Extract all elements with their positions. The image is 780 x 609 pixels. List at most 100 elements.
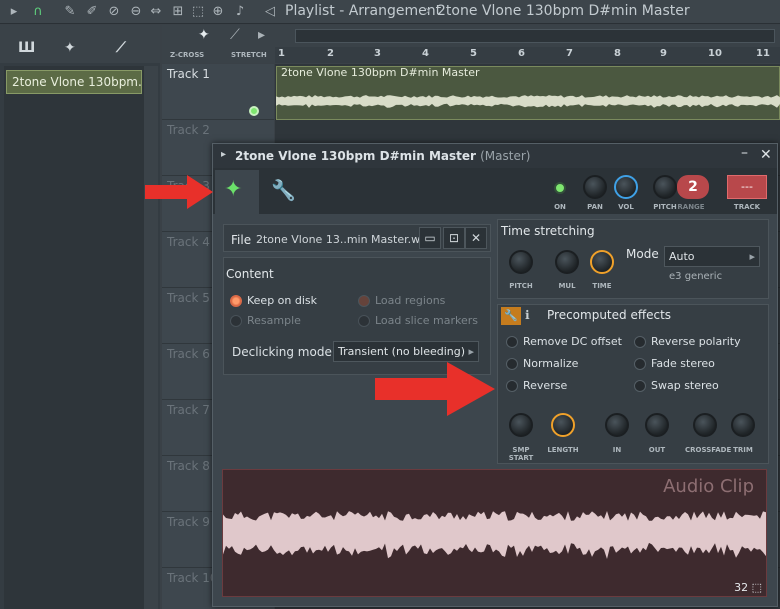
- automation-tool-icon[interactable]: ⟋: [230, 27, 240, 43]
- speaker-icon[interactable]: ◁: [262, 4, 278, 20]
- horizontal-scroll[interactable]: [295, 29, 775, 43]
- audio-icon[interactable]: ✦: [64, 40, 76, 56]
- minimize-icon[interactable]: –: [741, 145, 748, 161]
- track-label: Track 9: [167, 515, 210, 529]
- crossfade-knob[interactable]: [693, 413, 717, 437]
- remove-dc-radio[interactable]: [506, 336, 518, 348]
- length-knob[interactable]: [551, 413, 575, 437]
- ts-pitch-knob[interactable]: [509, 250, 533, 274]
- trim-label: TRIM: [733, 446, 753, 454]
- zoom-icon[interactable]: ⊕: [210, 4, 226, 20]
- menu-arrow-icon[interactable]: ▸: [6, 4, 22, 20]
- precomputed-wrench-icon[interactable]: 🔧: [501, 307, 521, 325]
- fade-stereo-radio[interactable]: [634, 358, 646, 370]
- normalize-radio[interactable]: [506, 358, 518, 370]
- smp-start-knob[interactable]: [509, 413, 533, 437]
- load-slice-markers-radio[interactable]: [358, 315, 370, 327]
- ts-mul-knob[interactable]: [555, 250, 579, 274]
- slice-icon[interactable]: ⊞: [170, 4, 186, 20]
- file-options-icon: ⊡: [448, 231, 460, 245]
- ts-time-knob[interactable]: [590, 250, 614, 274]
- open-folder-button[interactable]: ▭: [419, 227, 441, 249]
- remove-file-button[interactable]: ✕: [465, 227, 487, 249]
- ruler-bar-number: 11: [756, 48, 770, 59]
- load-regions-radio[interactable]: [358, 295, 370, 307]
- in-label: IN: [612, 446, 622, 454]
- file-options-button[interactable]: ⊡: [443, 227, 465, 249]
- timeline-ruler[interactable]: [275, 47, 780, 63]
- volume-knob[interactable]: [614, 175, 638, 199]
- ruler-bar-number: 5: [470, 48, 477, 59]
- out-knob[interactable]: [645, 413, 669, 437]
- ruler-bar-number: 2: [327, 48, 334, 59]
- normalize-label: Normalize: [523, 357, 579, 370]
- magnet-icon[interactable]: ∩: [30, 4, 46, 20]
- playback-icon[interactable]: ♪: [232, 4, 248, 20]
- delete-icon[interactable]: ⊖: [128, 4, 144, 20]
- file-name: 2tone Vlone 13..min Master.wav: [256, 233, 434, 246]
- waveform-graphic: [223, 511, 766, 559]
- title-separator: ›: [425, 3, 431, 19]
- zoom-icon: ⬚: [751, 581, 762, 594]
- keep-on-disk-radio[interactable]: [230, 295, 242, 307]
- window-title-main: 2tone Vlone 130bpm D#min Master: [235, 149, 476, 163]
- automation-icon[interactable]: ⟋: [116, 40, 126, 56]
- load-slice-markers-label: Load slice markers: [375, 314, 479, 327]
- zoom-value: 32: [734, 581, 749, 594]
- time-stretching-title: Time stretching: [501, 224, 595, 238]
- on-label: ON: [554, 203, 566, 211]
- track-active-indicator[interactable]: [249, 106, 259, 116]
- track-label: Track 10: [167, 571, 218, 585]
- mixer-track-selector[interactable]: ---: [727, 175, 767, 199]
- select-icon[interactable]: ⬚: [190, 4, 206, 20]
- ts-mul-label: MUL: [558, 282, 576, 290]
- pan-knob[interactable]: [583, 175, 607, 199]
- in-knob[interactable]: [605, 413, 629, 437]
- trim-knob[interactable]: [731, 413, 755, 437]
- track-label: Track 1: [167, 67, 210, 81]
- resample-radio[interactable]: [230, 315, 242, 327]
- paint-icon[interactable]: ✐: [84, 4, 100, 20]
- folder-icon: ▭: [424, 231, 436, 245]
- track-label: Track 6: [167, 347, 210, 361]
- audio-tool-icon[interactable]: ✦: [198, 27, 210, 43]
- pitch-range-control[interactable]: 2: [677, 175, 709, 199]
- declicking-mode-value: Transient (no bleeding): [338, 345, 466, 358]
- scrollbar[interactable]: [144, 66, 158, 609]
- waveform-display[interactable]: Audio Clip 32 ⬚: [222, 469, 767, 597]
- range-label: RANGE: [677, 203, 705, 211]
- length-label: LENGTH: [547, 446, 579, 454]
- stretch-label: STRETCH: [231, 51, 267, 59]
- mode-sub-label: e3 generic: [669, 271, 723, 282]
- precomputed-title: Precomputed effects: [547, 308, 672, 322]
- declicking-mode-select[interactable]: Transient (no bleeding) ▸: [333, 341, 479, 362]
- mode-select[interactable]: Auto ▸: [664, 246, 760, 267]
- slip-icon[interactable]: ⇔: [148, 4, 164, 20]
- ruler-bar-number: 9: [660, 48, 667, 59]
- load-regions-label: Load regions: [375, 294, 446, 307]
- chevron-right-icon: ▸: [468, 345, 474, 358]
- pencil-icon[interactable]: ✎: [62, 4, 78, 20]
- track-label: TRACK: [733, 203, 761, 211]
- pitch-knob[interactable]: [653, 175, 677, 199]
- clip-list-item[interactable]: 2tone Vlone 130bpm...: [6, 70, 142, 94]
- tool-arrow-icon[interactable]: ▸: [258, 27, 265, 43]
- close-icon[interactable]: ✕: [760, 147, 772, 163]
- channel-on-led[interactable]: [554, 182, 566, 194]
- picker-icon[interactable]: Ш: [18, 40, 35, 56]
- reverse-radio[interactable]: [506, 380, 518, 392]
- window-title-sub: (Master): [480, 149, 531, 163]
- mute-icon[interactable]: ⊘: [106, 4, 122, 20]
- swap-stereo-radio[interactable]: [634, 380, 646, 392]
- mixer-track-value: ---: [741, 180, 753, 193]
- crossfade-label: CROSSFADE: [685, 446, 732, 454]
- clip-waveform: [276, 95, 780, 108]
- track-label: Track 5: [167, 291, 210, 305]
- track-label: Track 4: [167, 235, 210, 249]
- reverse-polarity-radio[interactable]: [634, 336, 646, 348]
- chevron-right-icon: ▸: [749, 250, 755, 263]
- resample-label: Resample: [247, 314, 301, 327]
- wrench-tab-icon[interactable]: 🔧: [271, 178, 296, 202]
- zoom-indicator[interactable]: 32 ⬚: [734, 581, 762, 594]
- window-menu-icon[interactable]: ▸: [221, 149, 226, 160]
